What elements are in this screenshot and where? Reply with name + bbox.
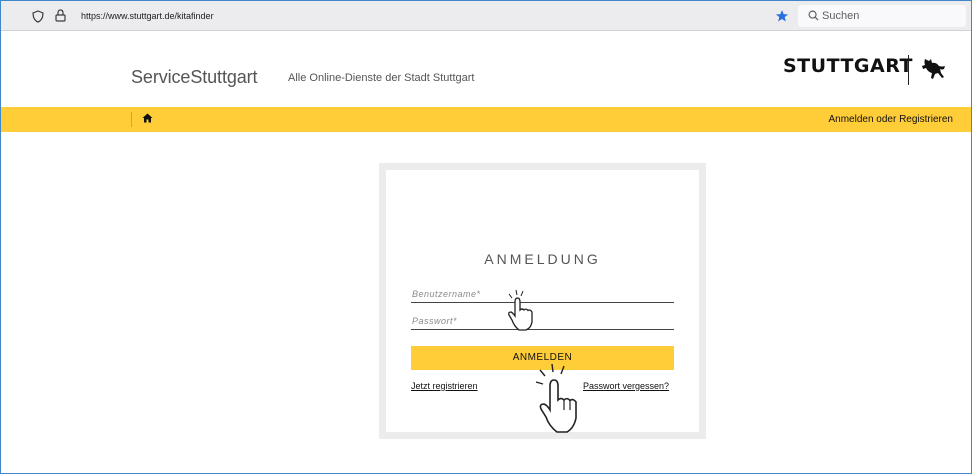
nav-bar: Anmelden oder Registrieren [1,107,971,132]
lock-icon[interactable] [55,9,66,22]
home-icon[interactable] [142,113,153,123]
stuttgart-logo[interactable]: STUTTGART [783,55,913,77]
address-bar-url[interactable]: https://www.stuttgart.de/kitafinder [81,11,214,21]
search-icon [808,10,819,21]
pointer-hand-icon [508,289,533,331]
brand-title[interactable]: ServiceStuttgart [131,67,258,88]
nav-divider [131,112,132,127]
horse-icon [922,59,945,79]
login-register-link[interactable]: Anmelden oder Registrieren [828,114,953,125]
brand-tagline: Alle Online-Dienste der Stadt Stuttgart [288,72,475,84]
forgot-password-link[interactable]: Passwort vergessen? [583,381,669,391]
browser-toolbar: https://www.stuttgart.de/kitafinder Such… [1,1,971,31]
search-placeholder: Suchen [822,10,860,22]
site-header: ServiceStuttgart Alle Online-Dienste der… [1,31,971,107]
logo-divider [908,55,909,85]
browser-search-input[interactable]: Suchen [798,5,966,27]
login-title: ANMELDUNG [484,251,601,267]
bookmark-star-icon[interactable] [775,9,789,23]
logo-text: STUTTGART [783,55,913,77]
register-link[interactable]: Jetzt registrieren [411,381,478,391]
pointer-hand-icon [535,363,577,433]
shield-icon[interactable] [32,10,44,23]
